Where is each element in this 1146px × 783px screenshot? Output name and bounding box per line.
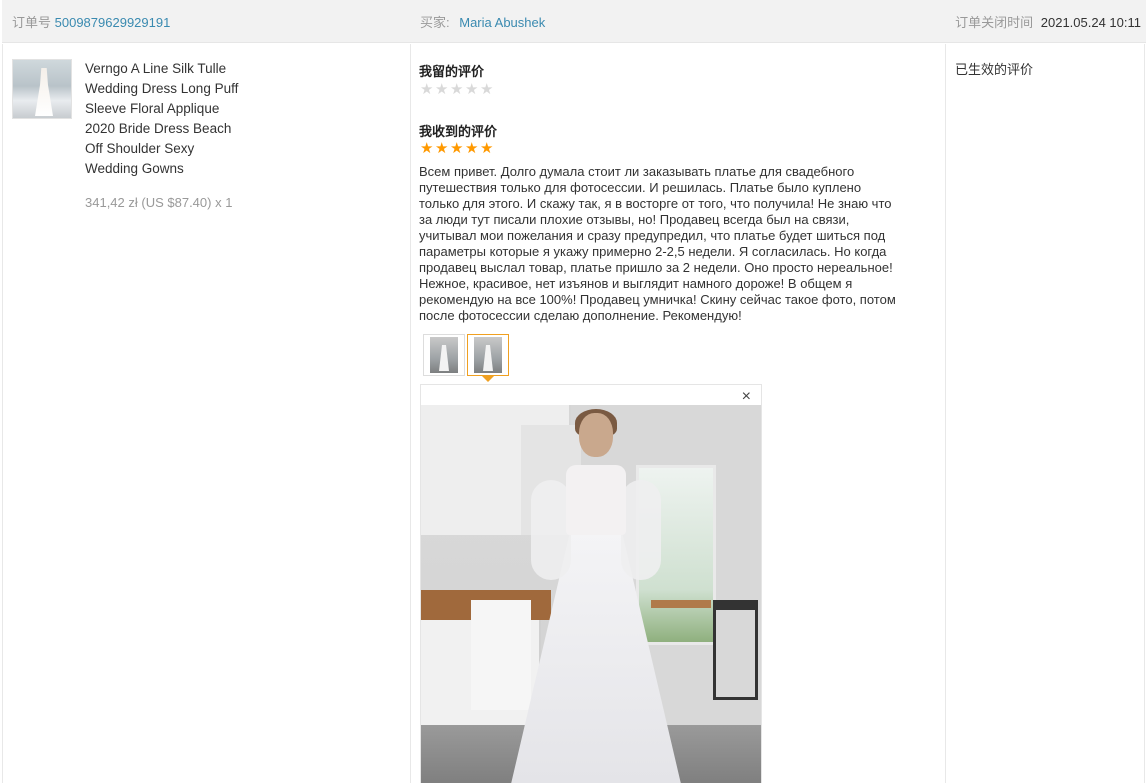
- photo-icon: [430, 337, 458, 373]
- received-review-text: Всем привет. Долго думала стоит ли заказ…: [419, 164, 939, 324]
- product-title-line: Sleeve Floral Applique: [85, 101, 220, 116]
- photo-chair: [713, 600, 758, 700]
- order-number-link[interactable]: 5009879629929191: [55, 15, 171, 30]
- photo-lower-cabinet-2: [471, 600, 531, 710]
- product-title-line: Verngo A Line Silk Tulle: [85, 61, 227, 76]
- buyer-name-link[interactable]: Maria Abushek: [459, 15, 545, 30]
- star-icon: ★: [420, 140, 434, 157]
- product-title-line: Wedding Dress Long Puff: [85, 81, 239, 96]
- product-title[interactable]: Verngo A Line Silk Tulle Wedding Dress L…: [85, 59, 255, 179]
- review-text-line: Нежное, красивое, нет изъянов и выглядит…: [419, 276, 853, 291]
- photo-dress-bodice: [566, 465, 626, 535]
- product-title-line: Wedding Gowns: [85, 161, 184, 176]
- received-review-title: 我收到的评价: [419, 124, 498, 139]
- photo-dress-sleeve-right: [621, 480, 661, 580]
- order-number-label: 订单号: [12, 15, 52, 30]
- order-number-group: 订单号 5009879629929191: [12, 12, 170, 31]
- star-icon: ★: [420, 81, 434, 98]
- product-title-line: 2020 Bride Dress Beach: [85, 121, 232, 136]
- my-review-title: 我留的评价: [419, 64, 485, 79]
- order-closed-label: 订单关闭时间: [955, 15, 1034, 30]
- photo-icon: [474, 337, 502, 373]
- review-text-line: параметры которые я укажу примерно 2-2,5…: [419, 244, 887, 259]
- review-text-line: продавец выслал товар, платье пришло за …: [419, 260, 893, 275]
- selected-thumbnail-pointer: [482, 376, 494, 382]
- left-border: [2, 44, 3, 783]
- column-divider-2: [945, 44, 946, 783]
- star-icon: ★: [480, 81, 494, 98]
- review-photo-thumbnail-1[interactable]: [423, 334, 465, 376]
- right-border: [1144, 44, 1145, 783]
- star-icon: ★: [450, 140, 464, 157]
- order-closed-group: 订单关闭时间 2021.05.24 10:11: [955, 12, 1141, 31]
- star-icon: ★: [435, 81, 449, 98]
- photo-preview-panel: ×: [420, 384, 762, 783]
- star-icon: ★: [450, 81, 464, 98]
- my-review-stars: ★ ★ ★ ★ ★: [420, 82, 495, 98]
- photo-table: [651, 600, 711, 608]
- received-review-stars: ★ ★ ★ ★ ★: [420, 141, 495, 157]
- order-closed-time: 2021.05.24 10:11: [1040, 15, 1141, 30]
- review-text-line: после фотосессии сделаю дополнение. Реко…: [419, 308, 742, 323]
- review-photo-thumbnail-2[interactable]: [467, 334, 509, 376]
- product-title-line: Off Shoulder Sexy: [85, 141, 195, 156]
- photo-head: [579, 413, 613, 457]
- review-text-line: путешествия только для фотосессии. И реш…: [419, 180, 862, 195]
- review-text-line: Всем привет. Долго думала стоит ли заказ…: [419, 164, 855, 179]
- star-icon: ★: [480, 140, 494, 157]
- review-photo-large[interactable]: [421, 405, 761, 783]
- review-text-line: за люди тут писали плохие отзывы, но! Пр…: [419, 212, 850, 227]
- review-text-line: рекомендую на все 100%! Продавец умничка…: [419, 292, 896, 307]
- buyer-label: 买家:: [420, 15, 450, 30]
- product-price: 341,42 zł (US $87.40) x 1: [85, 195, 233, 210]
- review-text-line: только для этого. И скажу так, я в восто…: [419, 196, 892, 211]
- product-thumbnail[interactable]: [12, 59, 72, 119]
- close-icon[interactable]: ×: [742, 388, 751, 406]
- star-icon: ★: [435, 140, 449, 157]
- effective-review-title: 已生效的评价: [955, 62, 1034, 77]
- photo-dress-sleeve-left: [531, 480, 571, 580]
- star-icon: ★: [465, 140, 479, 157]
- review-text-line: учитывал мои пожелания и сразу предупред…: [419, 228, 886, 243]
- wedding-dress-icon: [35, 68, 53, 116]
- column-divider-1: [410, 44, 411, 783]
- star-icon: ★: [465, 81, 479, 98]
- order-header: 订单号 5009879629929191 买家: Maria Abushek 订…: [2, 0, 1146, 43]
- buyer-group: 买家: Maria Abushek: [420, 12, 545, 31]
